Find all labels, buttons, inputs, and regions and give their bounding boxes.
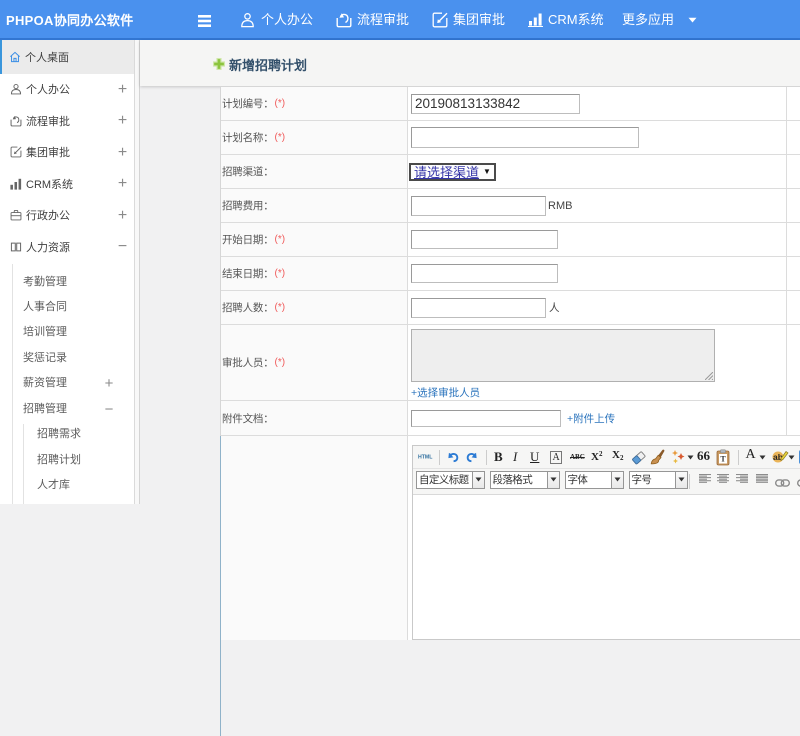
svg-text:T: T <box>720 455 726 464</box>
